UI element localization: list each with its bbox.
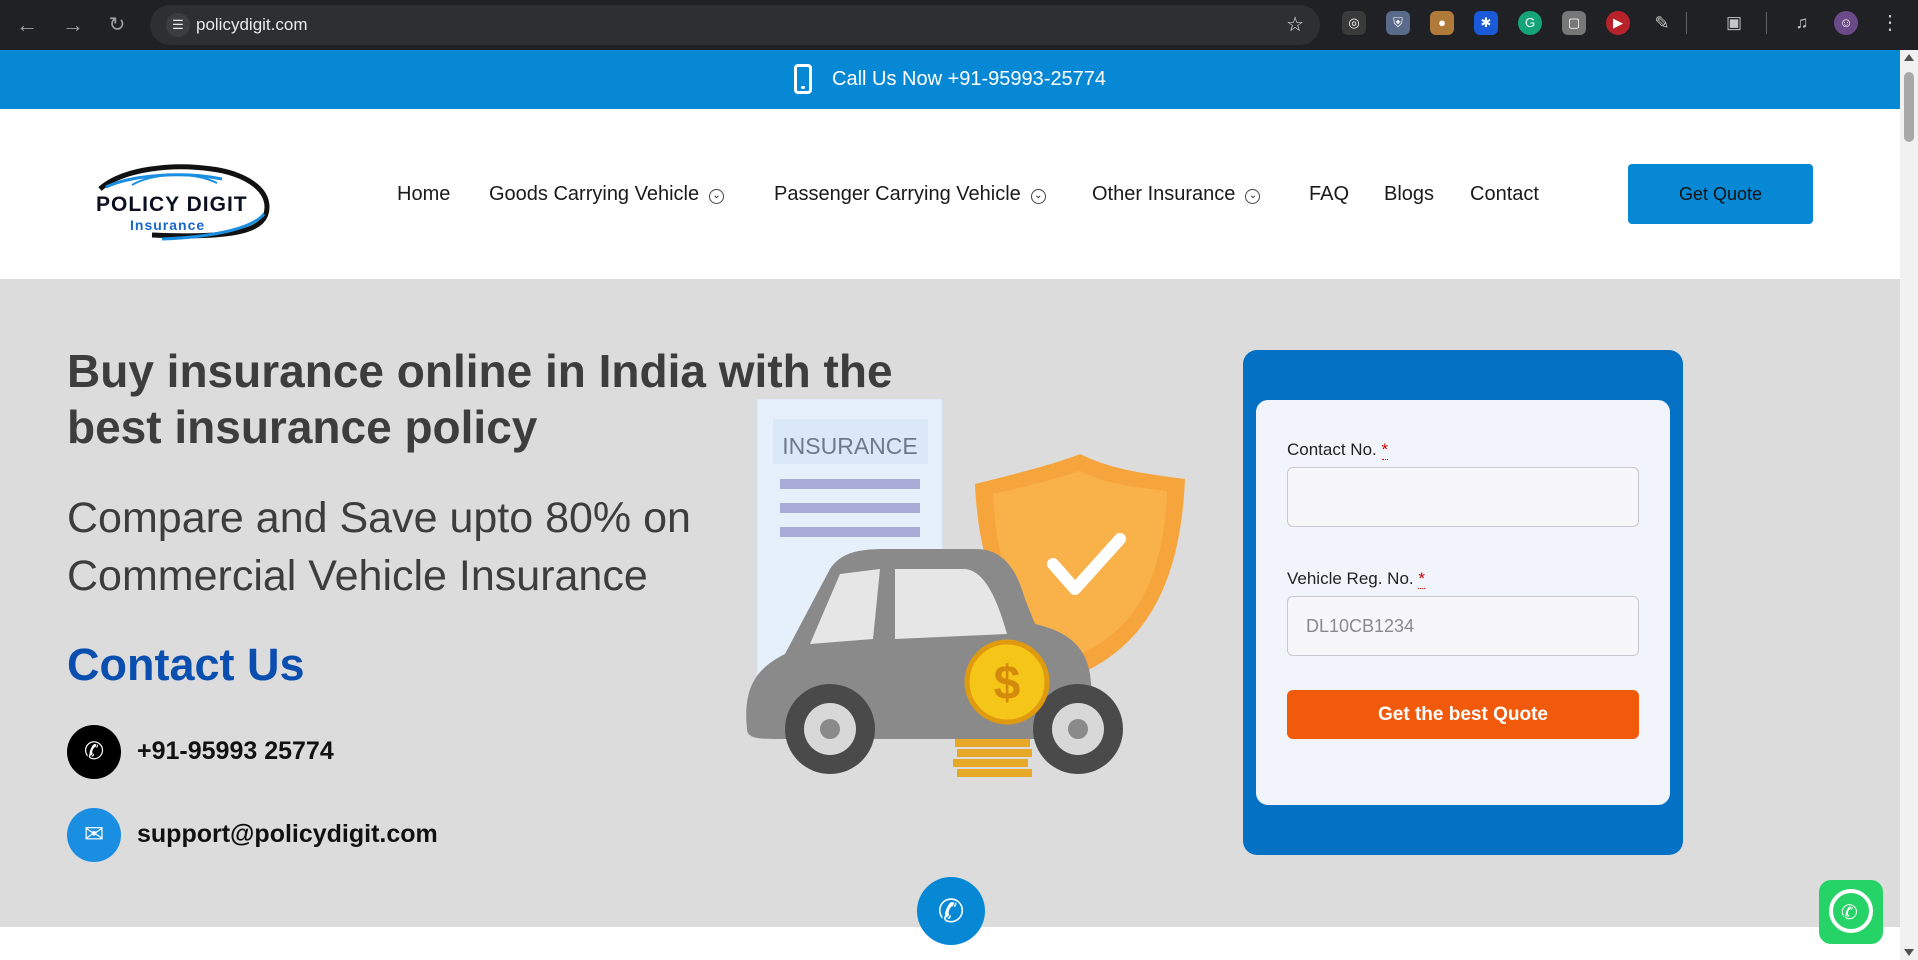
logo-tagline: Insurance <box>130 217 206 233</box>
toolbar-divider <box>1766 12 1767 34</box>
get-best-quote-button[interactable]: Get the best Quote <box>1287 690 1639 739</box>
contact-phone[interactable]: +91-95993 25774 <box>137 737 334 766</box>
call-us-link[interactable]: Call Us Now +91-95993-25774 <box>832 68 1106 91</box>
site-logo[interactable]: POLICY DIGIT Insurance <box>92 159 272 241</box>
nav-home[interactable]: Home <box>397 183 450 206</box>
scroll-up-arrow-icon[interactable] <box>1904 54 1914 61</box>
chevron-down-icon: ⌄ <box>1030 189 1046 204</box>
nav-faq[interactable]: FAQ <box>1309 183 1349 206</box>
site-info-icon[interactable]: ☰ <box>166 13 190 37</box>
vehicle-reg-label: Vehicle Reg. No. * <box>1287 569 1425 589</box>
bookmark-star-icon[interactable]: ☆ <box>1286 12 1304 37</box>
forward-icon[interactable]: → <box>56 8 90 42</box>
vehicle-reg-input[interactable] <box>1287 596 1639 656</box>
envelope-icon: ✉ <box>67 808 121 862</box>
hero-subheadline: Compare and Save upto 80% on Commercial … <box>67 494 691 600</box>
tab-search-icon[interactable]: ▣ <box>1722 11 1746 35</box>
whatsapp-phone-icon: ✆ <box>1841 902 1858 924</box>
nav-goods-label: Goods Carrying Vehicle <box>489 183 700 205</box>
logo-wordmark: POLICY DIGIT <box>96 193 248 216</box>
nav-goods-carrying-vehicle[interactable]: Goods Carrying Vehicle ⌄ <box>489 183 725 206</box>
illustration-label: INSURANCE <box>782 433 917 459</box>
back-icon[interactable]: ← <box>10 8 44 42</box>
mobile-phone-icon <box>794 64 812 94</box>
profile-avatar[interactable]: ☺ <box>1834 11 1858 35</box>
browser-toolbar: ← → ↻ ☰ policydigit.com ☆ ◎ ⛨ ● ✱ G ▢ ▶ … <box>0 0 1918 50</box>
extension-target-icon[interactable]: ◎ <box>1342 11 1366 35</box>
chevron-down-icon: ⌄ <box>1245 189 1261 204</box>
address-bar[interactable]: ☰ policydigit.com ☆ <box>150 5 1320 45</box>
floating-call-button[interactable]: ✆ <box>917 877 985 945</box>
hero-section: Buy insurance online in India with the b… <box>0 279 1900 927</box>
nav-faq-label: FAQ <box>1309 183 1350 205</box>
extensions-puzzle-icon[interactable]: ✎ <box>1650 11 1674 35</box>
svg-text:$: $ <box>994 657 1021 710</box>
contact-us-heading: Contact Us <box>67 639 305 690</box>
scrollbar-thumb[interactable] <box>1904 72 1914 142</box>
extension-record-icon[interactable]: ▶ <box>1606 11 1630 35</box>
vehicle-reg-label-text: Vehicle Reg. No. <box>1287 569 1414 588</box>
chevron-down-icon: ⌄ <box>709 189 725 204</box>
contact-no-label: Contact No. * <box>1287 440 1389 460</box>
quote-form-panel: Contact No. * Vehicle Reg. No. * Get the… <box>1243 350 1683 855</box>
nav-passenger-label: Passenger Carrying Vehicle <box>774 183 1021 205</box>
insurance-car-illustration: INSURANCE $ <box>735 398 1205 819</box>
car-insurance-illustration-icon: INSURANCE $ <box>746 398 1185 777</box>
scroll-down-arrow-icon[interactable] <box>1904 949 1914 956</box>
media-control-icon[interactable]: ♫ <box>1790 11 1814 35</box>
quote-form: Contact No. * Vehicle Reg. No. * Get the… <box>1256 400 1670 805</box>
contact-no-label-text: Contact No. <box>1287 440 1377 459</box>
nav-other-insurance[interactable]: Other Insurance ⌄ <box>1092 183 1261 206</box>
nav-contact-label: Contact <box>1470 183 1539 205</box>
extension-shield-icon[interactable]: ⛨ <box>1386 11 1410 35</box>
contact-no-input[interactable] <box>1287 467 1639 527</box>
get-quote-button[interactable]: Get Quote <box>1628 164 1813 224</box>
nav-contact[interactable]: Contact <box>1470 183 1539 206</box>
whatsapp-chat-button[interactable]: ✆ <box>1819 880 1883 944</box>
nav-blogs-label: Blogs <box>1384 183 1435 205</box>
nav-home-label: Home <box>397 183 451 205</box>
extension-grammarly-icon[interactable]: G <box>1518 11 1542 35</box>
top-call-bar: Call Us Now +91-95993-25774 <box>0 50 1900 109</box>
extension-gear-icon[interactable]: ✱ <box>1474 11 1498 35</box>
extension-cookie-icon[interactable]: ● <box>1430 11 1454 35</box>
site-header: POLICY DIGIT Insurance Home Goods Carryi… <box>0 109 1900 279</box>
browser-window: ← → ↻ ☰ policydigit.com ☆ ◎ ⛨ ● ✱ G ▢ ▶ … <box>0 0 1918 960</box>
browser-menu-icon[interactable]: ⋮ <box>1878 11 1902 35</box>
contact-email[interactable]: support@policydigit.com <box>137 820 438 849</box>
required-mark: * <box>1381 440 1389 460</box>
reload-icon[interactable]: ↻ <box>100 8 134 42</box>
extension-image-icon[interactable]: ▢ <box>1562 11 1586 35</box>
phone-icon: ✆ <box>67 725 121 779</box>
required-mark: * <box>1418 569 1425 589</box>
page-scrollbar[interactable] <box>1900 50 1918 960</box>
nav-other-label: Other Insurance <box>1092 183 1236 205</box>
url-text[interactable]: policydigit.com <box>196 15 308 35</box>
nav-passenger-carrying-vehicle[interactable]: Passenger Carrying Vehicle ⌄ <box>774 183 1046 206</box>
toolbar-divider <box>1686 12 1687 34</box>
nav-blogs[interactable]: Blogs <box>1384 183 1434 206</box>
